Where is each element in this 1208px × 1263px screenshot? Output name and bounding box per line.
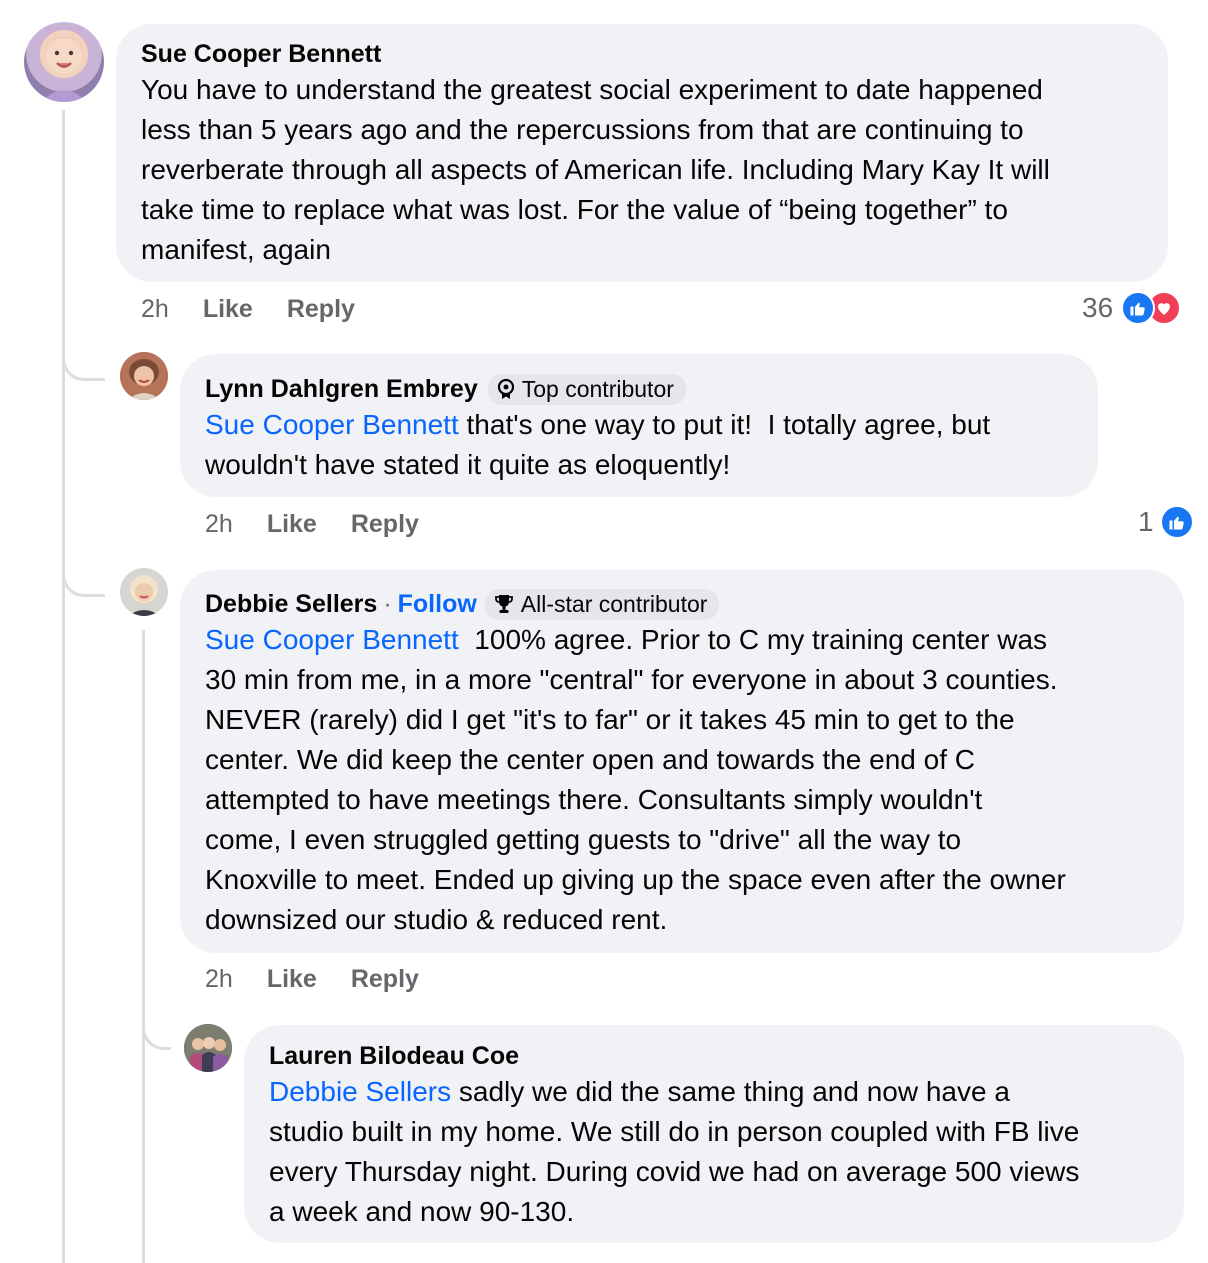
comment-text-segment: 100% agree. Prior to C my training cente… xyxy=(458,624,1048,655)
comment-bubble: Lynn Dahlgren Embrey Top contributor Sue… xyxy=(180,354,1098,497)
avatar-photo-icon xyxy=(120,568,168,616)
reaction-summary[interactable]: 1 xyxy=(1138,505,1194,539)
comment-text: Debbie Sellers sadly we did the same thi… xyxy=(269,1072,1160,1232)
comment-text-line: take time to replace what was lost. For … xyxy=(141,194,1008,225)
comment-text-line: reverberate through all aspects of Ameri… xyxy=(141,154,1050,185)
comment-actions: 2h Like Reply xyxy=(205,509,419,539)
comment-text-line: every Thursday night. During covid we ha… xyxy=(269,1156,1080,1187)
avatar[interactable] xyxy=(24,22,104,102)
contributor-badge[interactable]: All-star contributor xyxy=(484,588,720,620)
comment-text-line: Debbie Sellers sadly we did the same thi… xyxy=(269,1072,1160,1112)
comment-text-line: You have to understand the greatest soci… xyxy=(141,74,1043,105)
avatar[interactable] xyxy=(120,568,168,616)
thumbs-up-icon xyxy=(1159,505,1194,539)
comment-text-line: a week and now 90-130. xyxy=(269,1196,575,1227)
comment-text-line: studio built in my home. We still do in … xyxy=(269,1116,1080,1147)
comment-text-segment: sadly we did the same thing and now have… xyxy=(451,1076,1010,1107)
avatar[interactable] xyxy=(120,352,168,400)
comment-text-line: 30 min from me, in a more "central" for … xyxy=(205,664,1058,695)
badge-label: Top contributor xyxy=(521,375,674,402)
comment-text: You have to understand the greatest soci… xyxy=(141,70,1144,270)
reaction-summary[interactable]: 36 xyxy=(1082,291,1182,325)
comment-bubble: Lauren Bilodeau Coe Debbie Sellers sadly… xyxy=(244,1025,1184,1243)
reply-button[interactable]: Reply xyxy=(351,965,419,994)
thread-line-main xyxy=(62,110,65,1263)
thread-connector-reply-3 xyxy=(142,1000,171,1050)
badge-label: All-star contributor xyxy=(520,590,708,617)
mention-link[interactable]: Debbie Sellers xyxy=(269,1076,451,1107)
comment-timestamp[interactable]: 2h xyxy=(141,295,169,324)
avatar-photo-icon xyxy=(120,352,168,400)
comment-text: Sue Cooper Bennett that's one way to put… xyxy=(205,405,1074,485)
reaction-count: 1 xyxy=(1138,506,1154,537)
comment-text-line: NEVER (rarely) did I get "it's to far" o… xyxy=(205,704,1015,735)
comment-text-line: manifest, again xyxy=(141,234,331,265)
comment-timestamp[interactable]: 2h xyxy=(205,510,233,539)
comment-author[interactable]: Lauren Bilodeau Coe xyxy=(269,1042,519,1071)
thread-connector-reply-1 xyxy=(62,330,105,381)
comment-text-line: downsized our studio & reduced rent. xyxy=(205,904,668,935)
avatar[interactable] xyxy=(184,1024,232,1072)
avatar-photo-icon xyxy=(184,1024,232,1072)
comment-text-line: attempted to have meetings there. Consul… xyxy=(205,784,983,815)
comment-actions: 2h Like Reply xyxy=(141,294,355,324)
comment-actions: 2h Like Reply xyxy=(205,964,419,994)
contributor-badge[interactable]: Top contributor xyxy=(487,373,686,405)
comment-text-line: Sue Cooper Bennett 100% agree. Prior to … xyxy=(205,620,1160,660)
thread-line-nested xyxy=(142,630,145,1263)
comment-text-line: Knoxville to meet. Ended up giving up th… xyxy=(205,864,1066,895)
mention-link[interactable]: Sue Cooper Bennett xyxy=(205,624,459,655)
comment-text-line: come, I even struggled getting guests to… xyxy=(205,824,962,855)
like-button[interactable]: Like xyxy=(267,510,317,539)
comment-timestamp[interactable]: 2h xyxy=(205,965,233,994)
comment-text-segment: that's one way to put it! I totally agre… xyxy=(458,409,991,440)
comment-text-line: Sue Cooper Bennett that's one way to put… xyxy=(205,405,1074,445)
comment-text: Sue Cooper Bennett 100% agree. Prior to … xyxy=(205,620,1160,940)
reaction-count: 36 xyxy=(1082,292,1114,323)
comment-author[interactable]: Lynn Dahlgren Embrey xyxy=(205,375,478,404)
comment-text-line: less than 5 years ago and the repercussi… xyxy=(141,114,1024,145)
reply-button[interactable]: Reply xyxy=(287,295,355,324)
mention-link[interactable]: Sue Cooper Bennett xyxy=(205,409,459,440)
thumbs-up-icon xyxy=(1121,291,1156,325)
separator-dot: · xyxy=(383,589,392,618)
thread-connector-reply-2 xyxy=(62,540,105,597)
avatar-photo-icon xyxy=(42,37,86,102)
follow-button[interactable]: Follow xyxy=(398,590,477,619)
like-button[interactable]: Like xyxy=(203,295,253,324)
comment-author[interactable]: Debbie Sellers xyxy=(205,590,377,619)
comment-bubble: Sue Cooper Bennett You have to understan… xyxy=(116,24,1168,282)
badge-icon xyxy=(497,378,514,399)
comment-text-line: center. We did keep the center open and … xyxy=(205,744,975,775)
reply-button[interactable]: Reply xyxy=(351,510,419,539)
comment-author[interactable]: Sue Cooper Bennett xyxy=(141,40,381,69)
comment-bubble: Debbie Sellers · Follow All-star contrib… xyxy=(180,570,1184,953)
trophy-icon xyxy=(494,595,513,613)
like-button[interactable]: Like xyxy=(267,965,317,994)
comment-text-line: wouldn't have stated it quite as eloquen… xyxy=(205,449,731,480)
